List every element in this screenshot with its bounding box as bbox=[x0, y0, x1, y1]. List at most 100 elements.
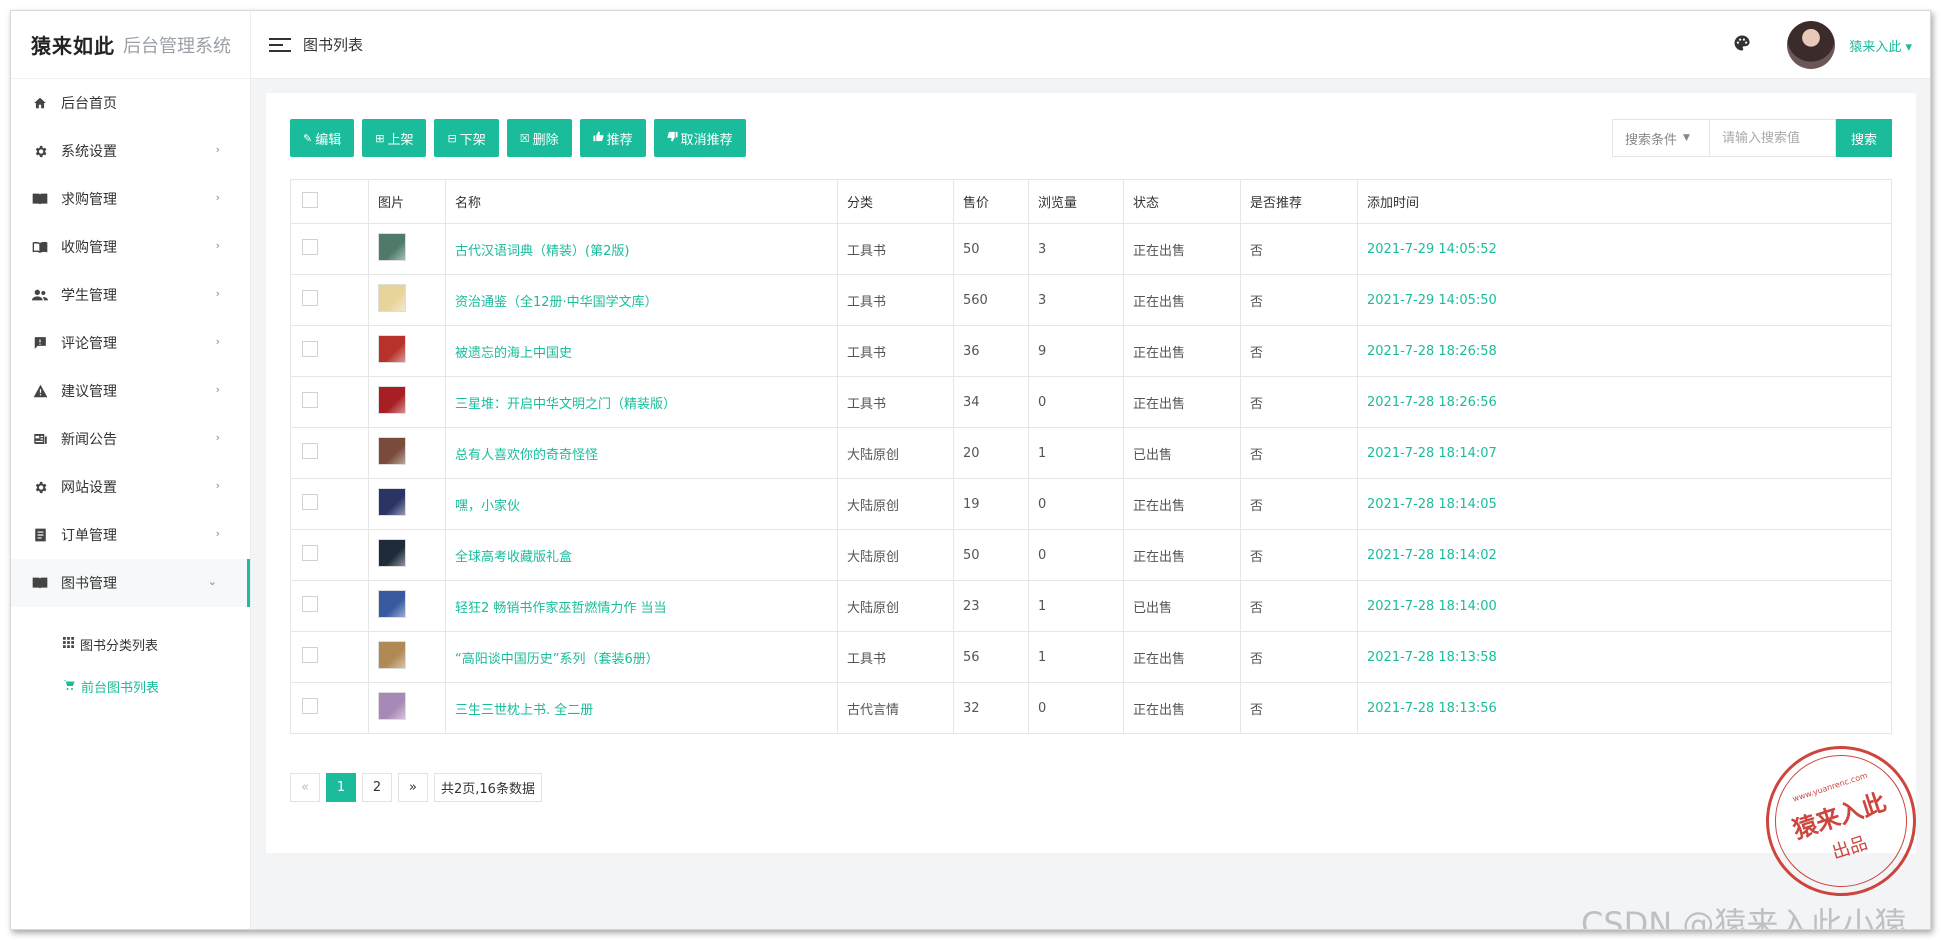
book-category: 工具书 bbox=[837, 274, 954, 326]
book-category: 工具书 bbox=[837, 376, 954, 428]
row-checkbox[interactable] bbox=[302, 647, 318, 663]
book-price: 50 bbox=[953, 529, 1029, 581]
submenu-item-0[interactable]: 图书分类列表 bbox=[11, 623, 250, 665]
table-row[interactable]: “高阳谈中国历史”系列（套装6册） 工具书 56 1 正在出售否 2021-7-28 18… bbox=[290, 631, 1892, 683]
row-select-cell[interactable] bbox=[290, 631, 369, 683]
table-row[interactable]: 古代汉语词典（精装）(第2版) 工具书 50 3 正在出售否 2021-7-29 14:0… bbox=[290, 223, 1892, 275]
sidebar-item-label: 订单管理 bbox=[61, 528, 117, 544]
book-cover-image bbox=[378, 386, 406, 414]
user-avatar[interactable] bbox=[1787, 21, 1836, 69]
row-checkbox[interactable] bbox=[302, 443, 318, 459]
toolbar-button-label: 上架 bbox=[387, 132, 414, 148]
menu-toggle-icon[interactable] bbox=[269, 37, 291, 52]
row-checkbox[interactable] bbox=[302, 698, 318, 714]
minus-square-icon: ⊟ bbox=[447, 131, 457, 145]
book-name[interactable]: 古代汉语词典（精装）(第2版) bbox=[445, 223, 838, 275]
pagination-summary: 共2页,16条数据 bbox=[434, 773, 542, 802]
book-name[interactable]: 轻狂2 畅销书作家巫哲燃情力作 当当 bbox=[445, 580, 838, 632]
pagination-next-button[interactable]: » bbox=[398, 773, 428, 802]
book-cover-image bbox=[378, 335, 406, 363]
sidebar-item-9[interactable]: 订单管理 › bbox=[11, 511, 250, 559]
username-dropdown[interactable]: 猿来入此 ▾ bbox=[1849, 36, 1912, 55]
book-name[interactable]: 三生三世枕上书. 全二册 bbox=[445, 682, 838, 734]
col-header-image: 图片 bbox=[368, 179, 446, 224]
book-name[interactable]: 被遗忘的海上中国史 bbox=[445, 325, 838, 377]
submenu-item-label: 图书分类列表 bbox=[80, 638, 159, 654]
header-select-all[interactable] bbox=[290, 179, 369, 224]
row-checkbox[interactable] bbox=[302, 341, 318, 357]
toolbar-button-0[interactable]: ✎ 编辑 bbox=[290, 119, 355, 157]
pagination-prev-button[interactable]: « bbox=[290, 773, 320, 802]
comment-icon bbox=[31, 334, 49, 352]
pagination-page-2[interactable]: 2 bbox=[362, 773, 392, 802]
table-row[interactable]: 三星堆：开启中华文明之门（精装版） 工具书 34 0 正在出售否 2021-7-28 18… bbox=[290, 376, 1892, 428]
row-select-cell[interactable] bbox=[290, 427, 369, 479]
table-row[interactable]: 轻狂2 畅销书作家巫哲燃情力作 当当 大陆原创 23 1 已出售否 2021-7-28 1… bbox=[290, 580, 1892, 632]
row-select-cell[interactable] bbox=[290, 580, 369, 632]
sidebar-item-1[interactable]: 系统设置 › bbox=[11, 127, 250, 175]
palette-icon[interactable] bbox=[1733, 34, 1751, 57]
row-select-cell[interactable] bbox=[290, 682, 369, 734]
sidebar-item-3[interactable]: 收购管理 › bbox=[11, 223, 250, 271]
home-icon bbox=[31, 94, 49, 112]
book-price: 36 bbox=[953, 325, 1029, 377]
caret-down-icon: ▼ bbox=[1683, 133, 1690, 143]
book-thumbnail-cell bbox=[368, 580, 446, 632]
row-checkbox[interactable] bbox=[302, 494, 318, 510]
book-name[interactable]: 总有人喜欢你的奇奇怪怪 bbox=[445, 427, 838, 479]
header-user-area: 猿来入此 ▾ bbox=[1733, 11, 1912, 79]
sidebar-item-2[interactable]: 求购管理 › bbox=[11, 175, 250, 223]
row-checkbox[interactable] bbox=[302, 392, 318, 408]
row-select-cell[interactable] bbox=[290, 223, 369, 275]
book-name[interactable]: 全球高考收藏版礼盒 bbox=[445, 529, 838, 581]
sidebar-item-10[interactable]: 图书管理 ⌄ bbox=[11, 559, 250, 607]
book-thumbnail-cell bbox=[368, 274, 446, 326]
row-select-cell[interactable] bbox=[290, 376, 369, 428]
row-checkbox[interactable] bbox=[302, 596, 318, 612]
sidebar-item-6[interactable]: 建议管理 › bbox=[11, 367, 250, 415]
sidebar-item-8[interactable]: 网站设置 › bbox=[11, 463, 250, 511]
toolbar-button-1[interactable]: ⊞ 上架 bbox=[362, 119, 427, 157]
chevron-right-icon: › bbox=[215, 479, 220, 492]
news-icon bbox=[31, 430, 49, 448]
row-checkbox[interactable] bbox=[302, 545, 318, 561]
sidebar-item-5[interactable]: 评论管理 › bbox=[11, 319, 250, 367]
toolbar-button-2[interactable]: ⊟ 下架 bbox=[434, 119, 499, 157]
book-status: 正在出售 bbox=[1123, 325, 1241, 377]
logo[interactable]: 猿来如此 后台管理系统 bbox=[11, 11, 250, 79]
book-name[interactable]: 资治通鉴（全12册·中华国学文库） bbox=[445, 274, 838, 326]
sidebar-item-0[interactable]: 后台首页 bbox=[11, 79, 250, 127]
submenu-item-1[interactable]: 前台图书列表 bbox=[11, 665, 250, 707]
table-row[interactable]: 嘿，小家伙 大陆原创 19 0 正在出售否 2021-7-28 18:14:05 bbox=[290, 478, 1892, 530]
row-checkbox[interactable] bbox=[302, 290, 318, 306]
select-all-checkbox[interactable] bbox=[302, 191, 318, 208]
chevron-right-icon: › bbox=[215, 287, 220, 300]
search-button[interactable]: 搜索 bbox=[1836, 119, 1892, 157]
row-select-cell[interactable] bbox=[290, 274, 369, 326]
book-name[interactable]: 三星堆：开启中华文明之门（精装版） bbox=[445, 376, 838, 428]
table-row[interactable]: 三生三世枕上书. 全二册 古代言情 32 0 正在出售否 2021-7-28 18:13:… bbox=[290, 682, 1892, 734]
book-name[interactable]: 嘿，小家伙 bbox=[445, 478, 838, 530]
toolbar-button-5[interactable]: 取消推荐 bbox=[653, 119, 746, 157]
book-price: 56 bbox=[953, 631, 1029, 683]
table-row[interactable]: 全球高考收藏版礼盒 大陆原创 50 0 正在出售否 2021-7-28 18:14:02 bbox=[290, 529, 1892, 581]
sidebar-item-4[interactable]: 学生管理 › bbox=[11, 271, 250, 319]
sidebar: 猿来如此 后台管理系统 后台首页 系统设置 › 求购管理 › 收购管理 › 学生管理 › 评论管理… bbox=[11, 11, 251, 929]
row-select-cell[interactable] bbox=[290, 325, 369, 377]
search-condition-select[interactable]: 搜索条件 ▼ bbox=[1612, 119, 1710, 157]
book-icon bbox=[31, 574, 49, 592]
table-row[interactable]: 总有人喜欢你的奇奇怪怪 大陆原创 20 1 已出售否 2021-7-28 18:14:07 bbox=[290, 427, 1892, 479]
book-recommended: 否 bbox=[1240, 376, 1358, 428]
toolbar-button-4[interactable]: 推荐 bbox=[579, 119, 646, 157]
toolbar-button-3[interactable]: ☒ 删除 bbox=[506, 119, 572, 157]
table-row[interactable]: 资治通鉴（全12册·中华国学文库） 工具书 560 3 正在出售否 2021-7-29 1… bbox=[290, 274, 1892, 326]
table-row[interactable]: 被遗忘的海上中国史 工具书 36 9 正在出售否 2021-7-28 18:26:58 bbox=[290, 325, 1892, 377]
pagination-page-1[interactable]: 1 bbox=[326, 773, 356, 802]
row-select-cell[interactable] bbox=[290, 529, 369, 581]
search-input[interactable] bbox=[1710, 119, 1836, 157]
row-select-cell[interactable] bbox=[290, 478, 369, 530]
book-cover-image bbox=[378, 437, 406, 465]
row-checkbox[interactable] bbox=[302, 239, 318, 255]
sidebar-item-7[interactable]: 新闻公告 › bbox=[11, 415, 250, 463]
book-name[interactable]: “高阳谈中国历史”系列（套装6册） bbox=[445, 631, 838, 683]
